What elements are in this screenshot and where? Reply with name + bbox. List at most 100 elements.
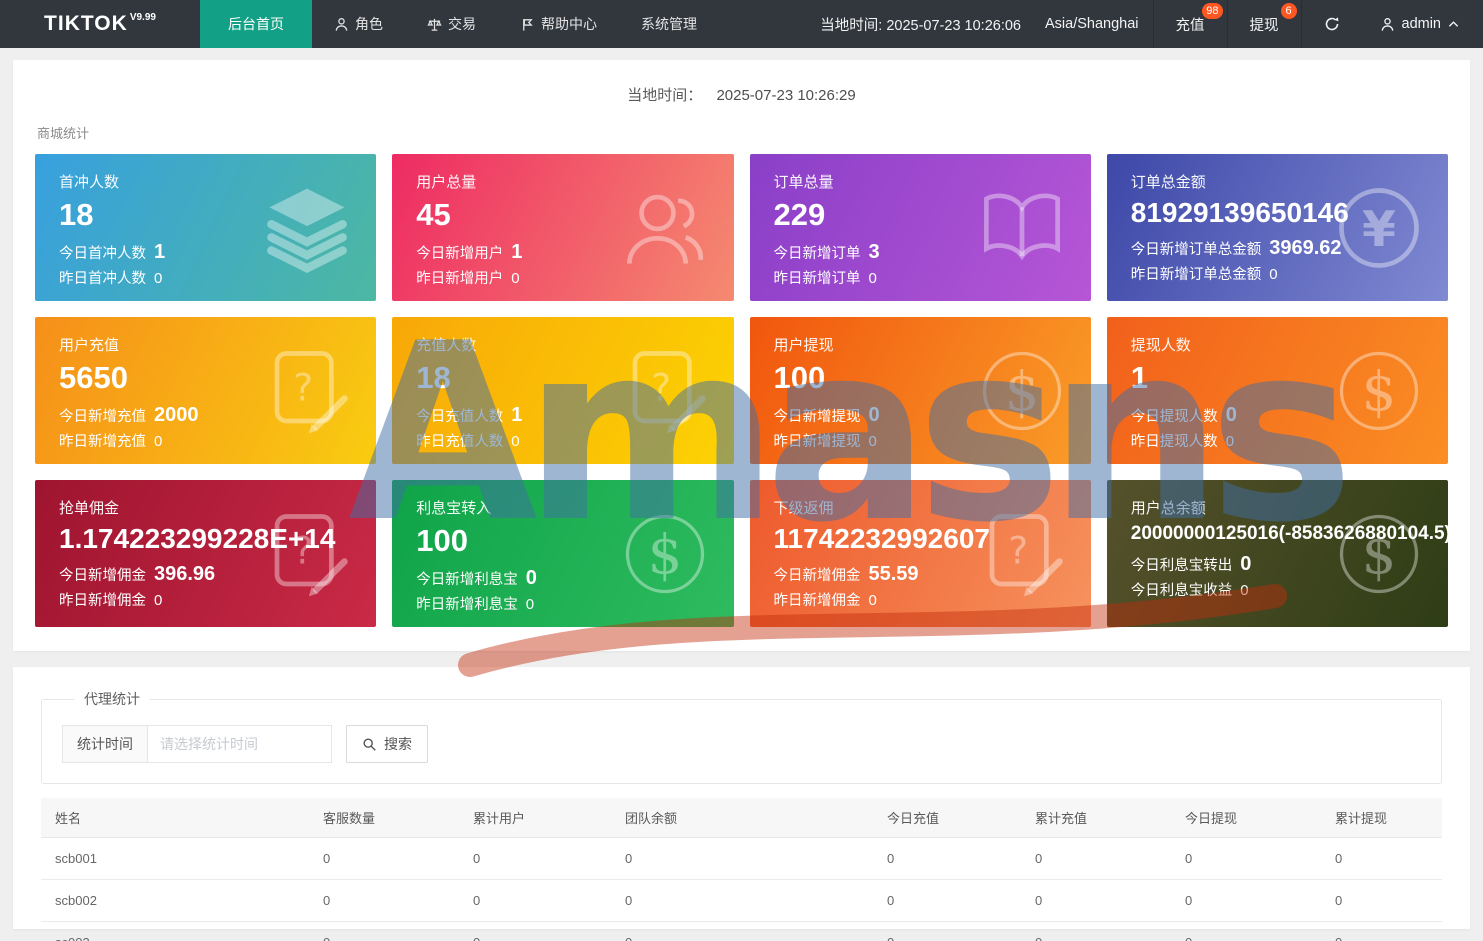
app-logo: TIKTOK V9.99 [0, 0, 200, 48]
card-line-value: 0 [1269, 266, 1278, 284]
cell-name: scb002 [41, 879, 309, 922]
col-header-today-recharge: 今日充值 [873, 798, 1021, 838]
cell-value: 0 [1021, 837, 1171, 880]
card-value: 45 [416, 197, 451, 232]
card-value: 81929139650146 [1130, 197, 1349, 228]
card-line-value: 1 [154, 240, 166, 263]
stat-card-total-users: 用户总量 45 今日新增用户 1 昨日新增用户 0 [392, 154, 734, 301]
nav-item-trade[interactable]: 交易 [405, 0, 498, 48]
nav-timezone: Asia/Shanghai [1044, 16, 1139, 32]
card-line-value: 0 [868, 592, 877, 610]
agent-filter-row: 统计时间 搜索 [62, 725, 1421, 763]
card-line-label: 今日新增利息宝 [416, 571, 518, 588]
chevron-up-icon [1448, 20, 1459, 28]
stat-card-recharge-users: 充值人数 18 今日充值人数 1 昨日充值人数 0 [392, 317, 734, 464]
app-logo-text: TIKTOK [44, 12, 128, 35]
card-line-label: 昨日新增提现 [773, 433, 861, 450]
card-line-label: 昨日新增利息宝 [416, 596, 518, 613]
card-line-value: 0 [154, 592, 163, 610]
agent-stats-fieldset: 代理统计 统计时间 搜索 [41, 689, 1442, 784]
cell-value: 0 [459, 921, 611, 941]
card-value: 18 [416, 360, 451, 395]
nav-item-help-center[interactable]: 帮助中心 [498, 0, 619, 48]
card-line-label: 昨日首冲人数 [59, 270, 146, 287]
card-line-value: 0 [525, 595, 535, 613]
card-line: 昨日充值人数 0 [416, 434, 709, 450]
nav-item-system[interactable]: 系统管理 [619, 0, 719, 48]
search-button[interactable]: 搜索 [346, 725, 428, 763]
stat-card-total-orders: 订单总量 229 今日新增订单 3 昨日新增订单 0 [749, 154, 1091, 301]
card-value: 229 [773, 197, 826, 232]
search-icon [362, 737, 377, 752]
card-line-label: 今日新增用户 [416, 245, 504, 262]
stat-time-label: 统计时间 [62, 725, 148, 763]
agent-table: 姓名 客服数量 累计用户 团队余额 今日充值 累计充值 今日提现 累计提现 sc… [41, 798, 1442, 941]
card-line-label: 昨日新增订单总金额 [1130, 267, 1262, 284]
card-line-value: 0 [511, 432, 520, 450]
stat-card-interest-transfer-in: 利息宝转入 100 今日新增利息宝 0 昨日新增利息宝 0 [392, 480, 734, 627]
card-line-value: 0 [1240, 581, 1249, 599]
card-line-value: 0 [1225, 432, 1235, 450]
stat-card-sub-rebate: 下级返佣 11742232992607 今日新增佣金 55.59 昨日新增佣金 0 [749, 480, 1091, 627]
table-row: scb002 0 0 0 0 0 0 0 [41, 879, 1442, 922]
card-value: 1 [1130, 360, 1148, 395]
recharge-label: 充值 [1175, 17, 1205, 34]
withdraw-button[interactable]: 提现 6 [1226, 0, 1301, 48]
refresh-button[interactable] [1300, 0, 1362, 48]
cell-value: 0 [611, 837, 873, 880]
card-line-label: 昨日新增用户 [416, 270, 504, 287]
stat-time-input[interactable] [147, 725, 332, 763]
card-line-label: 昨日新增佣金 [59, 593, 146, 610]
user-icon [1380, 17, 1395, 32]
navbar-right: 当地时间: 2025-07-23 10:26:06 Asia/Shanghai … [810, 0, 1483, 48]
agent-stats-panel: 代理统计 统计时间 搜索 姓名 客服数量 累计用户 团队余额 今日充值 累计充值… [13, 667, 1470, 941]
table-row: sc003 0 0 0 0 0 0 0 [41, 921, 1442, 941]
nav-item-dashboard[interactable]: 后台首页 [200, 0, 312, 48]
cell-name: sc003 [41, 921, 309, 941]
nav-local-time: 当地时间: 2025-07-23 10:26:06 [820, 17, 1021, 34]
nav-item-label: 系统管理 [641, 16, 697, 32]
nav-item-roles[interactable]: 角色 [312, 0, 405, 48]
col-header-name: 姓名 [41, 798, 309, 838]
cell-value: 0 [309, 879, 459, 922]
card-line-value: 3969.62 [1269, 237, 1342, 260]
card-line-value: 0 [868, 432, 877, 450]
card-line-value: 0 [868, 269, 877, 287]
cell-value: 0 [873, 921, 1021, 941]
card-line-value: 0 [154, 432, 163, 450]
card-line-value: 0 [1240, 552, 1252, 575]
stat-card-withdraw-users: 提现人数 1 今日提现人数 0 昨日提现人数 0 [1106, 317, 1448, 464]
card-line-label: 昨日新增佣金 [773, 593, 861, 610]
col-header-total-recharge: 累计充值 [1021, 798, 1171, 838]
cell-value: 0 [1321, 837, 1442, 880]
stat-card-first-recharge-users: 首冲人数 18 今日首冲人数 1 昨日首冲人数 0 [35, 154, 377, 301]
card-line-value: 55.59 [868, 563, 919, 586]
card-line-value: 0 [1225, 403, 1237, 426]
refresh-icon [1324, 16, 1340, 32]
stat-cards-grid: 首冲人数 18 今日首冲人数 1 昨日首冲人数 0 用户总量 45 今日新增用户 1 … [35, 154, 1448, 627]
stat-card-user-withdraw: 用户提现 100 今日新增提现 0 昨日新增提现 0 [749, 317, 1091, 464]
person-icon [334, 17, 349, 32]
panel-local-time-label: 当地时间： [627, 87, 703, 104]
agent-table-body: scb001 0 0 0 0 0 0 0 scb002 0 0 0 0 0 0 … [41, 837, 1442, 941]
card-line-value: 0 [511, 269, 520, 287]
user-menu[interactable]: admin [1362, 0, 1483, 48]
card-value: 1.174223299228E+14 [59, 523, 336, 554]
nav-item-label: 角色 [355, 16, 383, 32]
card-line-label: 昨日新增充值 [59, 433, 146, 450]
card-line: 昨日新增充值 0 [59, 434, 352, 450]
nav-item-label: 后台首页 [228, 16, 284, 32]
card-value: 5650 [59, 360, 128, 395]
shop-stats-panel: 当地时间： 2025-07-23 10:26:29 商城统计 首冲人数 18 今… [13, 60, 1470, 651]
username: admin [1401, 16, 1442, 32]
app-version: V9.99 [129, 11, 156, 23]
card-line-label: 今日充值人数 [416, 408, 504, 425]
cell-value: 0 [459, 879, 611, 922]
card-line-label: 今日新增佣金 [773, 568, 861, 585]
card-line: 昨日首冲人数 0 [59, 271, 352, 287]
card-line: 昨日新增提现 0 [774, 434, 1067, 450]
nav-item-label: 帮助中心 [541, 16, 597, 32]
cell-value: 0 [309, 837, 459, 880]
stat-card-order-total-amount: 订单总金额 81929139650146 今日新增订单总金额 3969.62 昨日… [1106, 154, 1448, 301]
recharge-button[interactable]: 充值 98 [1152, 0, 1227, 48]
